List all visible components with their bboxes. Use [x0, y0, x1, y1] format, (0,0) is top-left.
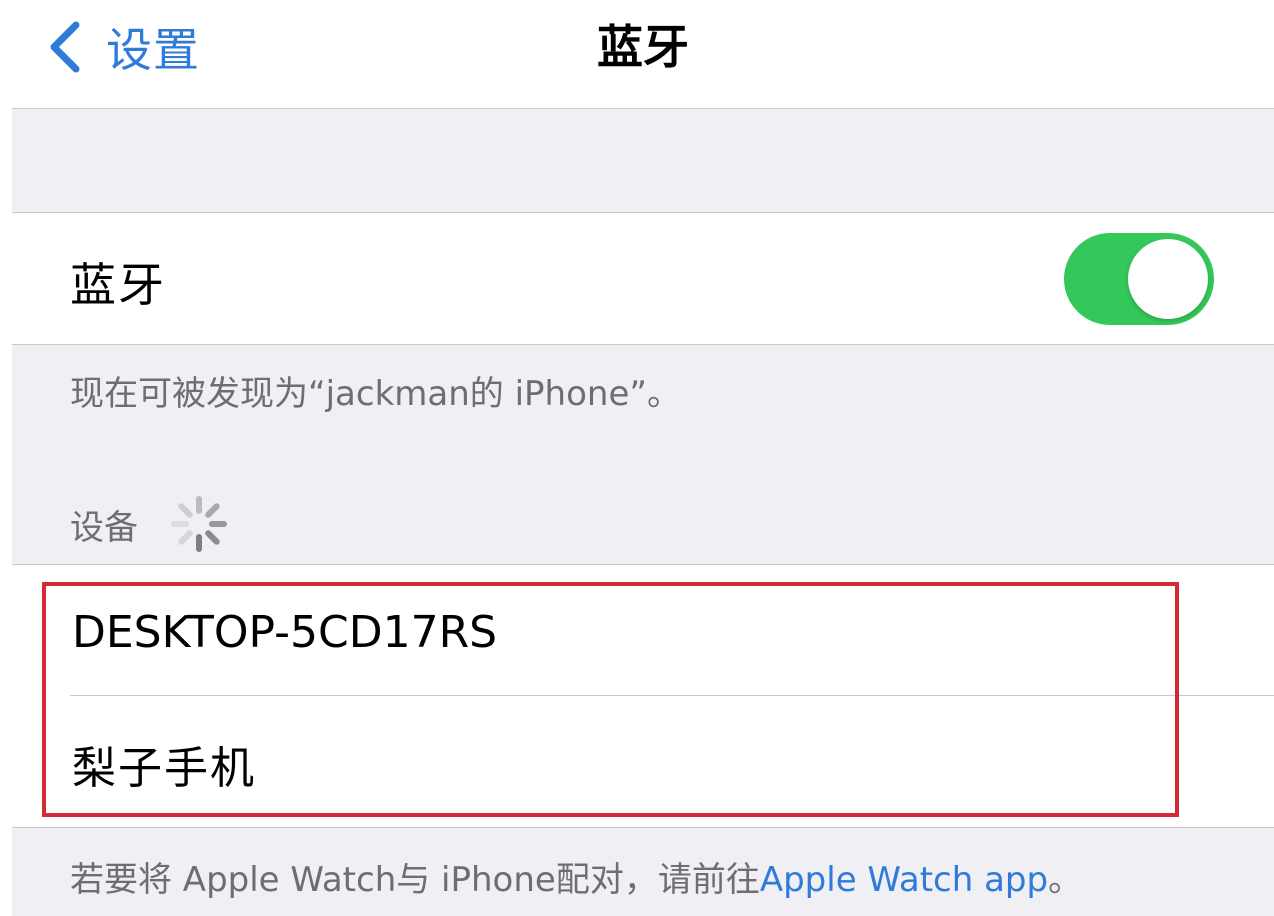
footer-text: 若要将 Apple Watch与 iPhone配对，请前往 — [70, 860, 760, 900]
devices-section-header: 设备 — [70, 496, 230, 552]
discoverable-status-text: 现在可被发现为“jackman的 iPhone”。 — [70, 374, 681, 414]
loading-spinner-icon — [171, 496, 227, 552]
devices-header-label: 设备 — [70, 507, 138, 548]
bluetooth-settings-page: 设置 蓝牙 蓝牙 现在可被发现为“jackman的 iPhone”。 设备 DE… — [12, 0, 1274, 916]
bluetooth-label: 蓝牙 — [70, 258, 166, 312]
left-edge — [0, 0, 12, 916]
apple-watch-pairing-note: 若要将 Apple Watch与 iPhone配对，请前往Apple Watch… — [70, 852, 1082, 901]
device-row[interactable]: DESKTOP-5CD17RS — [12, 565, 1274, 696]
page-title: 蓝牙 — [597, 20, 689, 74]
device-name: DESKTOP-5CD17RS — [72, 607, 498, 658]
device-row[interactable]: 梨子手机 — [12, 696, 1274, 826]
toggle-knob — [1128, 239, 1208, 319]
apple-watch-app-link[interactable]: Apple Watch app — [760, 860, 1048, 900]
device-name: 梨子手机 — [72, 743, 256, 794]
bluetooth-toggle-row: 蓝牙 — [12, 212, 1274, 345]
footer-suffix: 。 — [1048, 860, 1083, 900]
navigation-bar: 设置 蓝牙 — [12, 0, 1274, 109]
bluetooth-toggle-switch[interactable] — [1064, 233, 1214, 325]
device-list: DESKTOP-5CD17RS 梨子手机 — [12, 564, 1274, 828]
